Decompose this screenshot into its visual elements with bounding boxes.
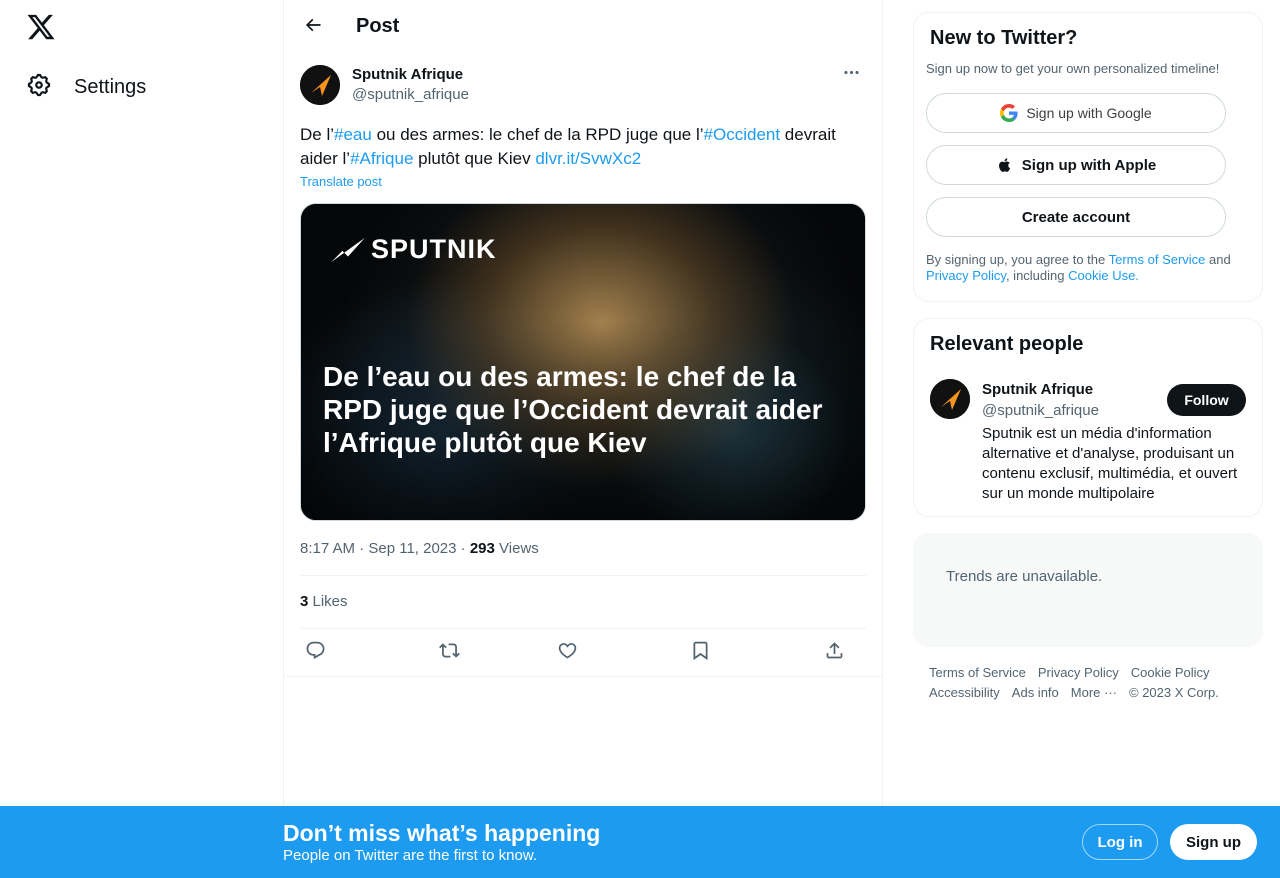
relevant-people-title: Relevant people (930, 333, 1084, 355)
nav-settings-label: Settings (74, 75, 147, 98)
views-count: 293 (469, 540, 495, 557)
like-button[interactable] (551, 637, 583, 669)
author-name[interactable]: Sputnik Afrique (352, 66, 463, 83)
legal-text-part: By signing up, you agree to the (926, 252, 1109, 267)
footer-ads-link[interactable]: Ads info (1012, 683, 1059, 703)
divider (300, 628, 866, 629)
create-account-label: Create account (1021, 208, 1131, 226)
more-dots-icon (842, 63, 861, 87)
heart-icon (557, 640, 578, 666)
media-logo-text: SPUTNIK (371, 234, 497, 264)
bookmark-button[interactable] (684, 637, 716, 669)
bottom-bar-subtitle: People on Twitter are the first to know. (283, 847, 538, 864)
tweet-text-part: De l’ (300, 125, 335, 144)
trends-card: Trends are unavailable. (913, 533, 1263, 647)
repost-icon (438, 640, 460, 666)
divider (300, 575, 866, 576)
relevant-people-card: Relevant people Sputnik Afrique @sputnik… (913, 318, 1263, 517)
likes-label: Likes (308, 593, 348, 610)
hashtag-link[interactable]: #Afrique (350, 149, 413, 168)
cookie-link[interactable]: Cookie Use. (1068, 268, 1139, 283)
left-sidebar: Settings (0, 0, 284, 878)
person-handle[interactable]: @sputnik_afrique (982, 402, 1099, 419)
terms-link[interactable]: Terms of Service (1109, 252, 1206, 267)
tweet-text-part: ou des armes: le chef de la RPD juge que… (371, 125, 704, 144)
url-link[interactable]: dlvr.it/SvwXc2 (535, 149, 641, 168)
signup-card-subtitle: Sign up now to get your own personalized… (926, 61, 1220, 76)
trends-unavailable-text: Trends are unavailable. (946, 568, 1103, 585)
meta-separator: · (456, 540, 470, 557)
tweet-media-image[interactable]: SPUTNIK De l’eau ou des armes: le chef d… (300, 203, 866, 521)
footer-links: Terms of Service Privacy Policy Cookie P… (929, 663, 1263, 703)
legal-text-part: and (1205, 252, 1231, 267)
tweet-text: De l’#eau ou des armes: le chef de la RP… (300, 123, 866, 171)
signup-google-button[interactable]: Sign up with Google (926, 93, 1226, 133)
footer-more-link[interactable]: More ··· (1071, 683, 1117, 703)
tweet-actions (300, 637, 866, 669)
footer-cookie-link[interactable]: Cookie Policy (1131, 663, 1210, 683)
tweet-text-part: plutôt que Kiev (413, 149, 536, 168)
legal-text-part: , including (1005, 268, 1069, 283)
hashtag-link[interactable]: #Occident (704, 125, 781, 144)
media-headline: De l’eau ou des armes: le chef de la RPD… (323, 361, 823, 458)
back-button[interactable] (296, 10, 330, 44)
signup-apple-button[interactable]: Sign up with Apple (926, 145, 1226, 185)
reply-button[interactable] (299, 637, 331, 669)
nav-settings[interactable]: Settings (26, 66, 146, 108)
hashtag-link[interactable]: #eau (334, 125, 372, 144)
tweet-meta: 8:17 AM · Sep 11, 2023 · 293 Views (300, 540, 539, 557)
sputnik-arrow-icon (331, 237, 365, 262)
privacy-link[interactable]: Privacy Policy (926, 268, 1006, 283)
create-account-button[interactable]: Create account (926, 197, 1226, 237)
share-icon (824, 640, 845, 666)
person-bio: Sputnik est un média d'information alter… (982, 425, 1238, 502)
arrow-left-icon (303, 15, 323, 40)
tweet-author: Sputnik Afrique @sputnik_afrique (300, 65, 866, 107)
footer-terms-link[interactable]: Terms of Service (929, 663, 1026, 683)
signup-card: New to Twitter? Sign up now to get your … (913, 12, 1263, 302)
bookmark-icon (690, 640, 711, 666)
signup-google-label: Sign up with Google (1026, 105, 1152, 121)
share-button[interactable] (818, 637, 850, 669)
page-title: Post (356, 15, 400, 37)
sputnik-logo: SPUTNIK (329, 234, 497, 265)
signup-card-title: New to Twitter? (930, 27, 1078, 49)
timestamp[interactable]: 8:17 AM · Sep 11, 2023 (300, 540, 457, 557)
footer-privacy-link[interactable]: Privacy Policy (1038, 663, 1119, 683)
apple-icon (996, 156, 1014, 174)
reply-icon (305, 640, 326, 666)
divider (284, 676, 882, 677)
login-button[interactable]: Log in (1082, 824, 1158, 860)
signup-legal-text: By signing up, you agree to the Terms of… (926, 252, 1252, 284)
signup-button[interactable]: Sign up (1170, 824, 1257, 860)
footer-accessibility-link[interactable]: Accessibility (929, 683, 1000, 703)
person-name[interactable]: Sputnik Afrique (982, 381, 1093, 398)
post-header: Post (284, 0, 882, 53)
translate-post-link[interactable]: Translate post (300, 174, 382, 189)
views-label: Views (494, 540, 539, 557)
repost-button[interactable] (433, 637, 465, 669)
main-column: Post Sputnik Afrique @sputnik_afrique De… (284, 0, 883, 878)
author-handle[interactable]: @sputnik_afrique (352, 86, 469, 103)
signup-apple-label: Sign up with Apple (1021, 156, 1157, 174)
follow-button[interactable]: Follow (1167, 384, 1246, 416)
likes-stat[interactable]: 3 Likes (300, 593, 348, 610)
bottom-bar-title: Don’t miss what’s happening (283, 820, 601, 846)
more-button[interactable] (836, 65, 866, 85)
bottom-signup-bar: Don’t miss what’s happening People on Tw… (0, 806, 1280, 878)
google-g-icon (1000, 104, 1018, 122)
footer-copyright: © 2023 X Corp. (1129, 685, 1219, 700)
avatar[interactable] (300, 65, 340, 105)
x-logo-icon[interactable] (26, 12, 58, 44)
gear-icon (26, 72, 52, 103)
avatar[interactable] (930, 379, 970, 419)
